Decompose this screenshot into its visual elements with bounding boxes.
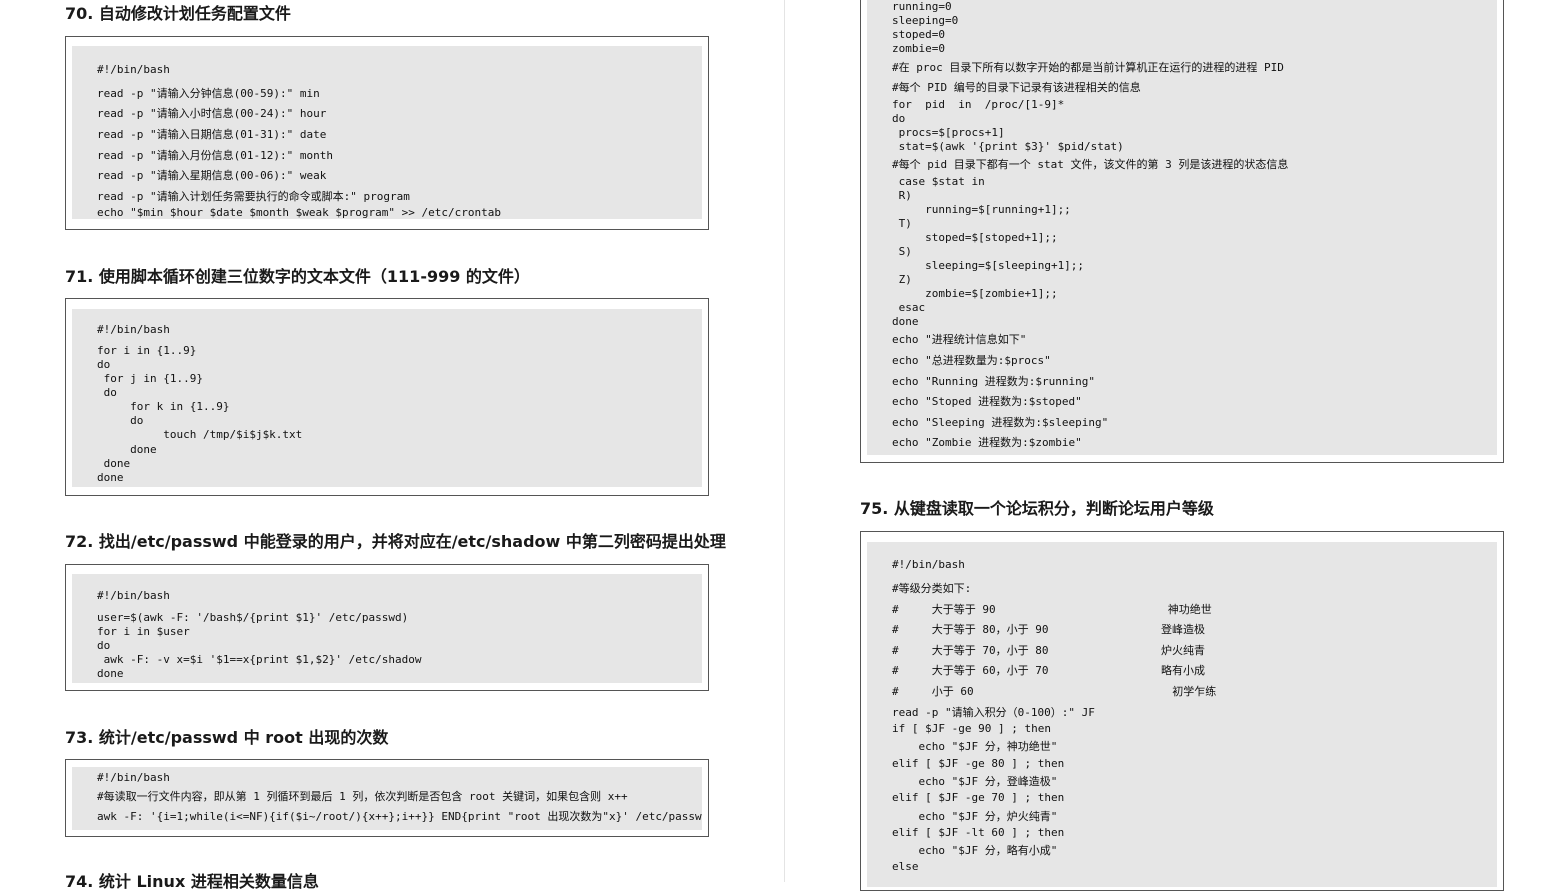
code-line: echo "$JF 分，略有小成" <box>892 844 1058 857</box>
code-line: echo "总进程数量为:$procs" <box>892 354 1051 367</box>
code-line: R) <box>892 189 912 202</box>
code-line: echo "Zombie 进程数为:$zombie" <box>892 436 1082 449</box>
code-line: stoped=$[stoped+1];; <box>892 231 1058 244</box>
code-line: done <box>892 315 919 328</box>
code-line: T) <box>892 217 912 230</box>
code-line: #!/bin/bash <box>97 63 170 76</box>
code-line: elif [ $JF -ge 70 ] ; then <box>892 791 1065 804</box>
code-line: echo "$min $hour $date $month $weak $pro… <box>97 206 501 219</box>
code-line: read -p "请输入分钟信息(00-59):" min <box>97 87 320 100</box>
code-line: read -p "请输入计划任务需要执行的命令或脚本:" program <box>97 190 410 203</box>
section-70-code: #!/bin/bash read -p "请输入分钟信息(00-59):" mi… <box>72 46 702 219</box>
code-line: done <box>97 667 124 680</box>
code-line: read -p "请输入积分（0-100）:" JF <box>892 706 1095 719</box>
code-line: S) <box>892 245 912 258</box>
code-line: #每个 PID 编号的目录下记录有该进程相关的信息 <box>892 81 1141 94</box>
code-line: touch /tmp/$i$j$k.txt <box>97 428 303 441</box>
section-73-title: 73. 统计/etc/passwd 中 root 出现的次数 <box>65 728 389 747</box>
code-line: read -p "请输入日期信息(01-31):" date <box>97 128 327 141</box>
code-line: # 大于等于 60，小于 70 略有小成 <box>892 664 1206 677</box>
code-line: case $stat in <box>892 175 985 188</box>
code-line: zombie=$[zombie+1];; <box>892 287 1058 300</box>
code-line: stat=$(awk '{print $3}' $pid/stat) <box>892 140 1124 153</box>
code-line: # 大于等于 70，小于 80 炉火纯青 <box>892 644 1206 657</box>
code-line: # 小于 60 初学乍练 <box>892 685 1217 698</box>
code-line: for i in $user <box>97 625 190 638</box>
code-line: #在 proc 目录下所有以数字开始的都是当前计算机正在运行的进程的进程 PID <box>892 61 1284 74</box>
section-71-code-box: #!/bin/bash for i in {1..9} do for j in … <box>65 298 709 496</box>
code-line: for j in {1..9} <box>97 372 203 385</box>
code-line: do <box>97 639 111 652</box>
code-line: Z) <box>892 273 912 286</box>
code-line: #!/bin/bash <box>892 558 965 571</box>
code-line: done <box>97 443 157 456</box>
code-line: elif [ $JF -ge 80 ] ; then <box>892 757 1065 770</box>
code-line: # 大于等于 80，小于 90 登峰造极 <box>892 623 1206 636</box>
code-line: elif [ $JF -lt 60 ] ; then <box>892 826 1065 839</box>
code-line: sleeping=0 <box>892 14 959 27</box>
code-line: for i in {1..9} <box>97 344 197 357</box>
section-75-code: #!/bin/bash #等级分类如下: # 大于等于 90 神功绝世 # 大于… <box>867 542 1497 887</box>
code-line: sleeping=$[sleeping+1];; <box>892 259 1085 272</box>
code-line: do <box>97 414 144 427</box>
code-line: running=0 <box>892 0 952 13</box>
code-line: user=$(awk -F: '/bash$/{print $1}' /etc/… <box>97 611 409 624</box>
code-line: echo "$JF 分，炉火纯青" <box>892 810 1058 823</box>
code-line: echo "$JF 分，登峰造极" <box>892 775 1058 788</box>
section-74-code: running=0 sleeping=0 stoped=0 zombie=0 #… <box>867 0 1497 455</box>
code-line: awk -F: -v x=$i '$1==x{print $1,$2}' /et… <box>97 653 422 666</box>
code-line: echo "进程统计信息如下" <box>892 333 1027 346</box>
code-line: esac <box>892 301 926 314</box>
code-line: #!/bin/bash <box>97 323 170 336</box>
code-line: echo "$JF 分，神功绝世" <box>892 740 1058 753</box>
code-line: do <box>97 386 117 399</box>
code-line: do <box>97 358 111 371</box>
section-71-title: 71. 使用脚本循环创建三位数字的文本文件（111-999 的文件） <box>65 267 530 286</box>
code-line: read -p "请输入小时信息(00-24):" hour <box>97 107 327 120</box>
section-74-title: 74. 统计 Linux 进程相关数量信息 <box>65 872 319 891</box>
code-line: for pid in /proc/[1-9]* <box>892 98 1065 111</box>
section-72-code: #!/bin/bash user=$(awk -F: '/bash$/{prin… <box>72 574 702 683</box>
code-line: for k in {1..9} <box>97 400 230 413</box>
column-divider <box>784 0 785 882</box>
section-70-title: 70. 自动修改计划任务配置文件 <box>65 4 291 23</box>
code-line: #每个 pid 目录下都有一个 stat 文件，该文件的第 3 列是该进程的状态… <box>892 158 1289 171</box>
section-75-code-box: #!/bin/bash #等级分类如下: # 大于等于 90 神功绝世 # 大于… <box>860 531 1504 891</box>
code-line: else <box>892 860 919 873</box>
code-line: awk -F: '{i=1;while(i<=NF){if($i~/root/)… <box>97 810 702 823</box>
code-line: #每读取一行文件内容，即从第 1 列循环到最后 1 列，依次判断是否包含 roo… <box>97 790 628 803</box>
code-line: stoped=0 <box>892 28 945 41</box>
code-line: running=$[running+1];; <box>892 203 1071 216</box>
section-73-code-box: #!/bin/bash #每读取一行文件内容，即从第 1 列循环到最后 1 列，… <box>65 759 709 837</box>
code-line: echo "Sleeping 进程数为:$sleeping" <box>892 416 1109 429</box>
code-line: if [ $JF -ge 90 ] ; then <box>892 722 1051 735</box>
code-line: #等级分类如下: <box>892 582 972 595</box>
section-73-code: #!/bin/bash #每读取一行文件内容，即从第 1 列循环到最后 1 列，… <box>72 767 702 830</box>
code-line: read -p "请输入星期信息(00-06):" weak <box>97 169 327 182</box>
code-line: read -p "请输入月份信息(01-12):" month <box>97 149 333 162</box>
section-72-title: 72. 找出/etc/passwd 中能登录的用户，并将对应在/etc/shad… <box>65 532 726 551</box>
section-71-code: #!/bin/bash for i in {1..9} do for j in … <box>72 309 702 487</box>
code-line: #!/bin/bash <box>97 771 170 784</box>
code-line: echo "Running 进程数为:$running" <box>892 375 1095 388</box>
code-line: done <box>97 471 124 484</box>
code-line: do <box>892 112 906 125</box>
code-line: # 大于等于 90 神功绝世 <box>892 603 1212 616</box>
section-75-title: 75. 从键盘读取一个论坛积分，判断论坛用户等级 <box>860 499 1214 518</box>
section-72-code-box: #!/bin/bash user=$(awk -F: '/bash$/{prin… <box>65 564 709 691</box>
code-line: done <box>97 457 131 470</box>
section-70-code-box: #!/bin/bash read -p "请输入分钟信息(00-59):" mi… <box>65 36 709 230</box>
code-line: echo "Stoped 进程数为:$stoped" <box>892 395 1082 408</box>
code-line: procs=$[procs+1] <box>892 126 1005 139</box>
code-line: #!/bin/bash <box>97 589 170 602</box>
code-line: zombie=0 <box>892 42 945 55</box>
section-74-code-box: running=0 sleeping=0 stoped=0 zombie=0 #… <box>860 0 1504 463</box>
